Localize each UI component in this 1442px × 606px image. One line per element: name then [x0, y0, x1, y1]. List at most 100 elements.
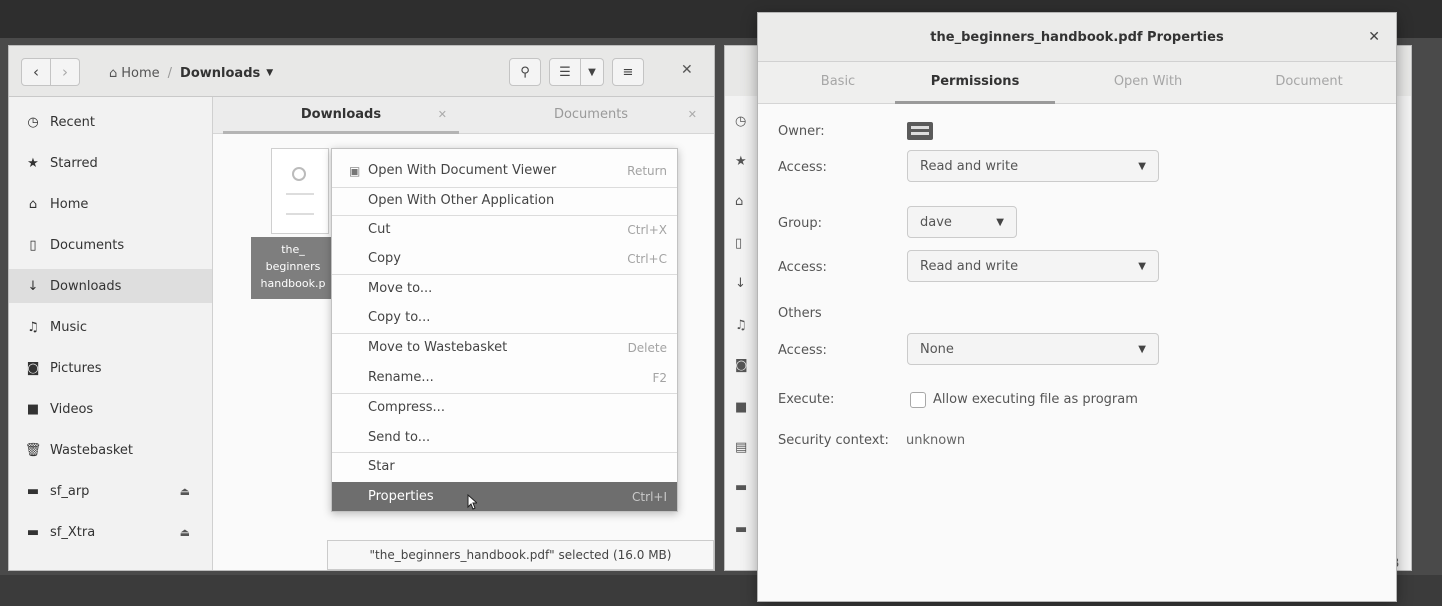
back-button[interactable]: ‹: [21, 58, 51, 86]
group-value: dave: [920, 214, 952, 230]
menu-item-compress[interactable]: Compress...: [332, 393, 677, 422]
tab-document[interactable]: Document: [1229, 62, 1389, 101]
security-context-value: unknown: [906, 433, 966, 448]
document-viewer-icon: ▣: [349, 163, 361, 178]
dialog-title: the_beginners_handbook.pdf Properties: [930, 29, 1224, 45]
path-current-button[interactable]: Downloads ▼: [180, 66, 273, 81]
sidebar-item-music[interactable]: ♫ Music: [9, 310, 212, 344]
menu-item-move-to[interactable]: Move to...: [332, 274, 677, 303]
menu-item-label: Rename...: [368, 370, 434, 385]
menu-item-shortcut: Delete: [627, 340, 667, 355]
sidebar-item-videos[interactable]: ■ Videos: [9, 392, 212, 426]
menu-item-label: Move to Wastebasket: [368, 340, 508, 355]
sidebar-item-sf-xtra[interactable]: ▬ sf_Xtra ⏏: [9, 515, 212, 549]
others-label: Others: [778, 306, 822, 321]
owner-access-dropdown[interactable]: Read and write ▼: [907, 150, 1159, 182]
sidebar-item-label: Music: [50, 319, 87, 335]
star-icon: ★: [27, 155, 39, 171]
drive-icon: ▬: [26, 483, 40, 499]
list-view-button[interactable]: ☰: [549, 58, 581, 86]
menu-item-rename[interactable]: Rename... F2: [332, 363, 677, 392]
sidebar-item-label: Videos: [50, 401, 94, 417]
camera-icon: ◙: [26, 360, 40, 376]
file-thumbnail-mark: [292, 167, 306, 181]
menu-item-cut[interactable]: Cut Ctrl+X: [332, 215, 677, 244]
home-icon: ⌂: [28, 196, 38, 212]
menu-item-label: Send to...: [368, 430, 431, 445]
close-tab-icon[interactable]: ✕: [688, 108, 697, 121]
menu-item-send-to[interactable]: Send to...: [332, 423, 677, 452]
mouse-pointer-icon: [467, 494, 477, 510]
trash-icon: ▤: [735, 440, 748, 455]
owner-access-value: Read and write: [920, 158, 1019, 174]
chevron-right-icon: ›: [62, 63, 68, 81]
search-button[interactable]: ⚲: [509, 58, 541, 86]
view-toggle-group: ☰ ▼: [549, 58, 604, 86]
menu-item-label: Open With Other Application: [368, 193, 555, 208]
menu-item-open-with-document-viewer[interactable]: ▣ Open With Document Viewer Return: [332, 156, 677, 185]
close-window-button[interactable]: ✕: [681, 62, 693, 78]
sidebar-item-recent[interactable]: ◷ Recent: [9, 105, 212, 139]
menu-item-copy-to[interactable]: Copy to...: [332, 303, 677, 332]
view-options-button[interactable]: ▼: [581, 58, 604, 86]
allow-execute-checkbox[interactable]: [910, 392, 926, 408]
menu-button[interactable]: ≡: [612, 58, 644, 86]
tab-downloads[interactable]: Downloads ✕: [223, 97, 459, 134]
menu-item-label: Compress...: [368, 400, 445, 415]
sidebar-item-documents[interactable]: ▯ Documents: [9, 228, 212, 262]
menu-item-label: Open With Document Viewer: [368, 163, 557, 178]
drive-icon: ▬: [735, 522, 748, 537]
sidebar-item-home[interactable]: ⌂ Home: [9, 187, 212, 221]
chevron-down-icon: ▼: [588, 66, 596, 78]
tab-documents[interactable]: Documents ✕: [473, 97, 709, 131]
navigation-buttons: ‹ ›: [21, 58, 80, 86]
menu-item-copy[interactable]: Copy Ctrl+C: [332, 244, 677, 273]
menu-item-shortcut: Ctrl+C: [627, 251, 667, 266]
others-access-dropdown[interactable]: None ▼: [907, 333, 1159, 365]
selection-status-bar: "the_beginners_handbook.pdf" selected (1…: [327, 540, 714, 570]
document-icon: ▯: [29, 237, 37, 253]
hamburger-menu-icon: ≡: [622, 64, 634, 80]
menu-item-star[interactable]: Star: [332, 452, 677, 481]
menu-item-shortcut: F2: [652, 370, 667, 385]
group-access-dropdown[interactable]: Read and write ▼: [907, 250, 1159, 282]
forward-button[interactable]: ›: [51, 58, 80, 86]
file-name-label[interactable]: the_ beginners handbook.p: [251, 237, 335, 299]
close-tab-icon[interactable]: ✕: [438, 108, 447, 121]
sidebar-item-sf-arp[interactable]: ▬ sf_arp ⏏: [9, 474, 212, 508]
path-home-button[interactable]: ⌂ Home: [109, 66, 160, 81]
owner-label: Owner:: [778, 124, 825, 139]
sidebar-item-label: Home: [50, 196, 89, 212]
tab-permissions[interactable]: Permissions: [895, 62, 1055, 104]
sidebar-item-downloads[interactable]: ↓ Downloads: [9, 269, 212, 303]
trash-icon: 🗑: [24, 442, 42, 458]
tab-open-with[interactable]: Open With: [1068, 62, 1228, 101]
group-dropdown[interactable]: dave ▼: [907, 206, 1017, 238]
sidebar-item-label: Downloads: [50, 278, 122, 294]
sidebar-item-pictures[interactable]: ◙ Pictures: [9, 351, 212, 385]
video-icon: ■: [735, 400, 748, 415]
others-access-label: Access:: [778, 343, 827, 358]
sidebar-item-wastebasket[interactable]: 🗑 Wastebasket: [9, 433, 212, 467]
eject-icon[interactable]: ⏏: [180, 526, 190, 539]
eject-icon[interactable]: ⏏: [180, 485, 190, 498]
tab-basic[interactable]: Basic: [758, 62, 918, 101]
chevron-down-icon: ▼: [266, 68, 274, 78]
file-manager-headerbar: ‹ › ⌂ Home / Downloads ▼ ⚲ ☰ ▼ ≡ ✕: [9, 46, 714, 97]
menu-item-properties[interactable]: Properties Ctrl+I: [332, 482, 677, 511]
close-dialog-button[interactable]: ✕: [1368, 29, 1380, 45]
menu-item-label: Star: [368, 459, 395, 474]
file-name-line: handbook.p: [260, 277, 326, 290]
allow-execute-label[interactable]: Allow executing file as program: [933, 392, 1138, 407]
download-icon: ↓: [735, 276, 746, 291]
dialog-titlebar: the_beginners_handbook.pdf Properties: [758, 13, 1396, 62]
menu-item-move-to-wastebasket[interactable]: Move to Wastebasket Delete: [332, 333, 677, 362]
menu-item-open-with-other-application[interactable]: Open With Other Application: [332, 186, 677, 215]
pdf-file-icon[interactable]: [271, 148, 329, 234]
sidebar-item-label: sf_Xtra: [50, 524, 96, 540]
sidebar-item-starred[interactable]: ★ Starred: [9, 146, 212, 180]
execute-label: Execute:: [778, 392, 835, 407]
security-context-label: Security context:: [778, 433, 889, 448]
file-name-line: the_: [281, 243, 305, 256]
close-icon: ✕: [681, 62, 693, 78]
